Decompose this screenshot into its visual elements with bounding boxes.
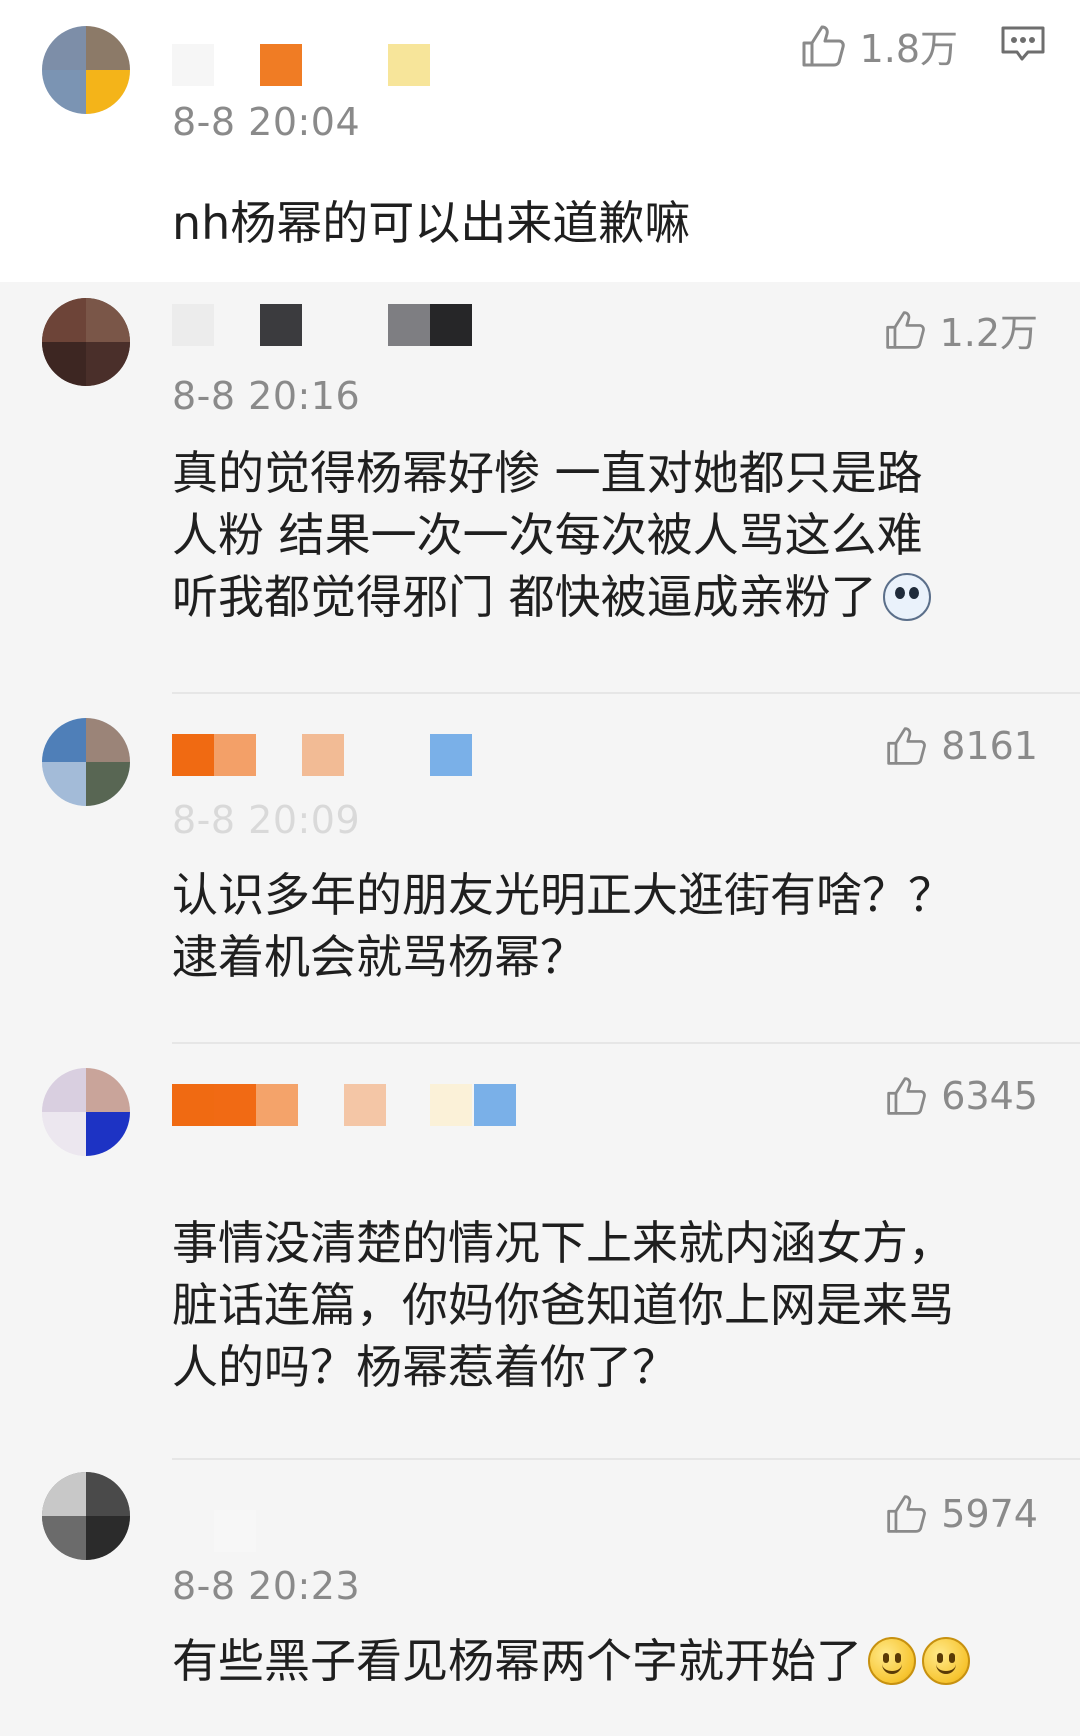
comment-text: 认识多年的朋友光明正大逛街有啥？？ 逮着机会就骂杨幂？ (172, 864, 1052, 988)
comment-item: 8-8 20:09 8161 认识多年的朋友光明正大逛街有啥？？ 逮着机会就骂杨… (0, 694, 1080, 1044)
comment-text-line: 事情没清楚的情况下上来就内涵女方， (172, 1216, 954, 1270)
avatar[interactable] (42, 1068, 130, 1156)
smile-emoji-icon (922, 1636, 970, 1685)
comment-timestamp: 8-8 20:23 (172, 1564, 361, 1608)
like-button[interactable]: 8161 (885, 724, 1038, 768)
comment-list: 8-8 20:04 1.8万 nh杨幂的可以出来道歉嘛 8-8 20:16 1.… (0, 0, 1080, 1736)
username-redacted[interactable] (172, 44, 452, 86)
thumbs-up-icon (884, 309, 926, 351)
comment-text: nh杨幂的可以出来道歉嘛 (172, 192, 1052, 254)
thumbs-up-icon (885, 725, 927, 767)
comment-text-line: 人粉 结果一次一次每次被人骂这么难 (172, 508, 923, 562)
avatar[interactable] (42, 1472, 130, 1560)
comment-text-line: nh杨幂的可以出来道歉嘛 (172, 196, 691, 250)
smile-emoji-icon (868, 1636, 916, 1685)
avatar[interactable] (42, 298, 130, 386)
comment-text-line: 听我都觉得邪门 都快被逼成亲粉了 (172, 570, 877, 624)
like-button[interactable]: 5974 (885, 1492, 1038, 1536)
like-button[interactable]: 1.2万 (884, 302, 1038, 357)
comment-text-line: 人的吗？杨幂惹着你了？ (172, 1340, 678, 1394)
comment-text-line: 认识多年的朋友光明正大逛街有啥？？ (172, 868, 954, 922)
like-button[interactable]: 1.8万 (800, 18, 958, 73)
username-redacted[interactable] (172, 1510, 272, 1552)
avatar[interactable] (42, 718, 130, 806)
comment-item: 8-8 20:04 1.8万 nh杨幂的可以出来道歉嘛 (0, 0, 1080, 282)
comment-text: 真的觉得杨幂好惨 一直对她都只是路 人粉 结果一次一次每次被人骂这么难 听我都觉… (172, 442, 1052, 628)
comment-text-line: 真的觉得杨幂好惨 一直对她都只是路 (172, 446, 923, 500)
like-count: 1.8万 (859, 27, 958, 71)
comment-item: 8-8 20:23 5974 有些黑子看见杨幂两个字就开始了 (0, 1460, 1080, 1736)
comment-text: 有些黑子看见杨幂两个字就开始了 (172, 1630, 1052, 1692)
comment-item: 6345 事情没清楚的情况下上来就内涵女方， 脏话连篇，你妈你爸知道你上网是来骂… (0, 1044, 1080, 1460)
like-count: 1.2万 (939, 311, 1038, 355)
like-count: 5974 (941, 1492, 1038, 1536)
comment-item: 8-8 20:16 1.2万 真的觉得杨幂好惨 一直对她都只是路 人粉 结果一次… (0, 282, 1080, 694)
thumbs-up-icon (885, 1075, 927, 1117)
comment-text-line: 有些黑子看见杨幂两个字就开始了 (172, 1634, 862, 1688)
username-redacted[interactable] (172, 1084, 532, 1126)
avatar[interactable] (42, 26, 130, 114)
username-redacted[interactable] (172, 304, 482, 346)
comment-timestamp: 8-8 20:04 (172, 100, 361, 144)
comment-timestamp: 8-8 20:09 (172, 798, 361, 842)
like-count: 8161 (941, 724, 1038, 768)
like-count: 6345 (941, 1074, 1038, 1118)
thumbs-up-icon (800, 23, 846, 69)
thumbs-up-icon (885, 1493, 927, 1535)
husky-emoji-icon (882, 572, 931, 621)
comment-text: 事情没清楚的情况下上来就内涵女方， 脏话连篇，你妈你爸知道你上网是来骂 人的吗？… (172, 1212, 1052, 1398)
comment-timestamp: 8-8 20:16 (172, 374, 361, 418)
like-button[interactable]: 6345 (885, 1074, 1038, 1118)
comment-menu-icon[interactable] (1000, 24, 1046, 64)
comment-text-line: 逮着机会就骂杨幂？ (172, 930, 586, 984)
comment-text-line: 脏话连篇，你妈你爸知道你上网是来骂 (172, 1278, 954, 1332)
username-redacted[interactable] (172, 734, 482, 776)
